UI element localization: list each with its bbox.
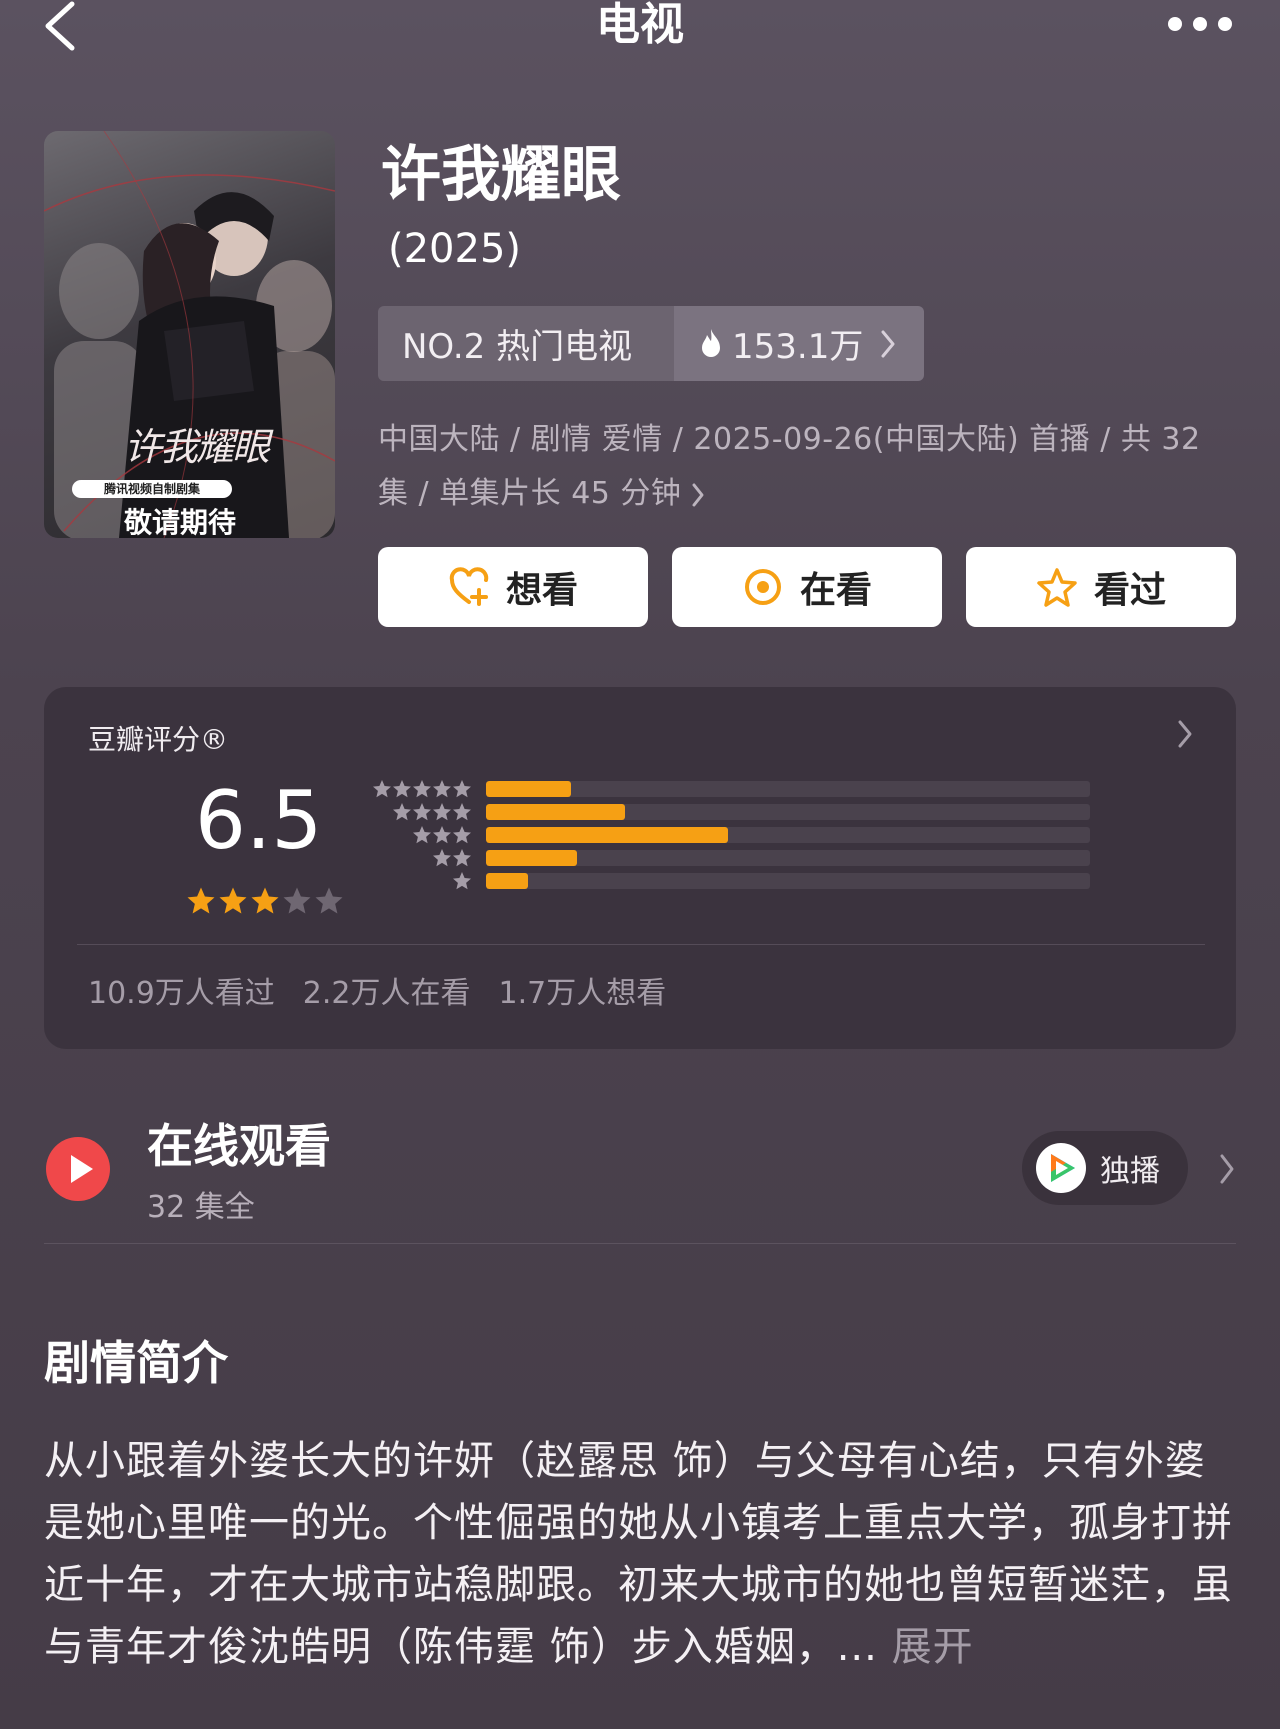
synopsis-text: 从小跟着外婆长大的许妍（赵露思 饰）与父母有心结，只有外婆是她心里唯一的光。个性…	[44, 1430, 1236, 1678]
star-icon	[453, 826, 471, 844]
rating-distribution-row	[372, 824, 1090, 846]
star-icon	[373, 780, 391, 798]
watching-button[interactable]: 在看	[672, 547, 942, 627]
rating-distribution-row	[372, 801, 1090, 823]
star-filled-icon	[219, 887, 247, 914]
heart-plus-icon	[449, 567, 489, 606]
heat-indicator[interactable]: 153.1万	[674, 306, 924, 381]
flame-icon	[702, 328, 720, 357]
more-options-button[interactable]	[1168, 14, 1232, 34]
distribution-bar-track	[486, 804, 1090, 820]
meta-info-line-1: 中国大陆 / 剧情 爱情 / 2025-09-26(中国大陆) 首播 / 共 3…	[378, 422, 1201, 457]
star-icon	[453, 849, 471, 867]
distribution-bar-track	[486, 827, 1090, 843]
distribution-bar-track	[486, 873, 1090, 889]
star-icon	[433, 780, 451, 798]
rating-distribution-row	[372, 870, 1090, 892]
exclusive-platform-badge[interactable]: 独播	[1022, 1131, 1188, 1205]
show-title: 许我耀眼	[381, 140, 621, 210]
watched-label: 看过	[1093, 570, 1166, 611]
rating-score: 6.5	[195, 774, 323, 867]
rating-distribution-row	[372, 778, 1090, 800]
watching-label: 在看	[799, 570, 872, 611]
more-dot-icon	[1193, 17, 1207, 31]
distribution-stars	[372, 825, 472, 845]
watched-button[interactable]: 看过	[966, 547, 1236, 627]
star-outline-icon	[1037, 568, 1077, 607]
distribution-stars	[372, 802, 472, 822]
poster-artwork	[44, 131, 335, 538]
poster-tag: 腾讯视频自制剧集	[72, 480, 232, 498]
star-icon	[413, 780, 431, 798]
poster-image[interactable]: 许我耀眼 腾讯视频自制剧集 敬请期待	[44, 131, 335, 538]
star-filled-icon	[187, 887, 215, 914]
poster-logo: 许我耀眼	[124, 425, 270, 469]
distribution-stars	[372, 779, 472, 799]
more-dot-icon	[1168, 17, 1182, 31]
distribution-bar-fill	[486, 827, 728, 843]
distribution-stars	[372, 848, 472, 868]
meta-info-line-2[interactable]: 集 / 单集片长 45 分钟	[378, 467, 1228, 521]
star-icon	[433, 803, 451, 821]
tencent-video-logo-icon	[1036, 1143, 1086, 1193]
online-watch-title[interactable]: 在线观看	[147, 1118, 331, 1174]
star-empty-icon	[283, 887, 311, 914]
more-dot-icon	[1218, 17, 1232, 31]
heat-value: 153.1万	[732, 327, 864, 367]
star-icon	[413, 803, 431, 821]
rating-stars	[186, 886, 344, 916]
chevron-right-icon[interactable]	[1218, 1152, 1236, 1186]
watched-count: 10.9万人看过	[88, 976, 275, 1011]
star-icon	[433, 849, 451, 867]
distribution-bar-fill	[486, 804, 625, 820]
synopsis-title: 剧情简介	[44, 1336, 228, 1390]
rating-counts: 10.9万人看过 2.2万人在看 1.7万人想看	[88, 968, 666, 1012]
chevron-right-icon[interactable]	[1176, 718, 1194, 750]
chevron-right-icon	[881, 330, 895, 357]
star-icon	[393, 803, 411, 821]
star-icon	[393, 780, 411, 798]
rank-badge[interactable]: NO.2 热门电视 153.1万	[378, 306, 924, 381]
rating-distribution-row	[372, 847, 1090, 869]
want-count: 1.7万人想看	[498, 976, 667, 1011]
star-filled-icon	[251, 887, 279, 914]
watching-count: 2.2万人在看	[302, 976, 471, 1011]
page-title: 电视	[596, 0, 684, 50]
want-to-watch-button[interactable]: 想看	[378, 547, 648, 627]
star-icon	[453, 780, 471, 798]
star-empty-icon	[315, 887, 343, 914]
star-icon	[433, 826, 451, 844]
divider	[77, 944, 1205, 945]
exclusive-label: 独播	[1100, 1154, 1160, 1189]
synopsis-body: 从小跟着外婆长大的许妍（赵露思 饰）与父母有心结，只有外婆是她心里唯一的光。个性…	[44, 1438, 1233, 1670]
star-icon	[413, 826, 431, 844]
distribution-bar-fill	[486, 873, 529, 889]
rank-label: NO.2 热门电视	[378, 306, 674, 381]
distribution-bar-fill	[486, 850, 577, 866]
star-icon	[453, 872, 471, 890]
star-icon	[453, 803, 471, 821]
want-to-watch-label: 想看	[505, 570, 578, 611]
meta-info-text: 集 / 单集片长 45 分钟	[378, 476, 682, 511]
poster-cta: 敬请期待	[124, 506, 237, 538]
show-year: (2025)	[388, 226, 522, 272]
play-icon[interactable]	[46, 1137, 110, 1201]
distribution-bar-track	[486, 781, 1090, 797]
divider	[44, 1243, 1236, 1244]
rating-label: 豆瓣评分®	[88, 723, 229, 756]
distribution-stars	[372, 871, 472, 891]
distribution-bar-track	[486, 850, 1090, 866]
distribution-bar-fill	[486, 781, 571, 797]
chevron-right-icon	[692, 483, 704, 506]
expand-link[interactable]: 展开	[892, 1624, 974, 1670]
episode-count: 32 集全	[147, 1190, 255, 1225]
target-icon	[744, 569, 781, 605]
